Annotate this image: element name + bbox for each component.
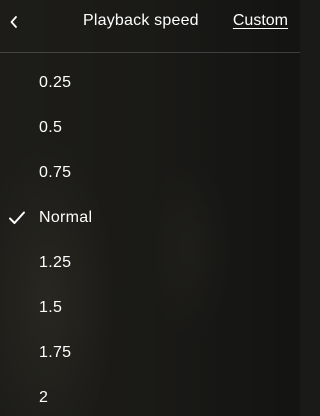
speed-option-label: 0.25	[39, 73, 72, 91]
speed-option-2[interactable]: 2	[0, 375, 300, 416]
speed-option-0-5[interactable]: 0.5	[0, 105, 300, 150]
back-button[interactable]	[0, 2, 28, 42]
speed-option-0-25[interactable]: 0.25	[0, 60, 300, 105]
speed-option-1-25[interactable]: 1.25	[0, 240, 300, 285]
chevron-left-icon	[10, 16, 17, 28]
speed-option-1-5[interactable]: 1.5	[0, 285, 300, 330]
speed-option-normal[interactable]: Normal	[0, 195, 300, 240]
custom-speed-link[interactable]: Custom	[233, 12, 288, 30]
speed-option-0-75[interactable]: 0.75	[0, 150, 300, 195]
speed-option-label: 2	[39, 388, 49, 406]
checkmark-icon	[9, 211, 25, 224]
menu-title: Playback speed	[83, 12, 199, 29]
speed-option-label: 1.75	[39, 343, 72, 361]
header-divider	[0, 52, 300, 53]
speed-option-label: 1.5	[39, 298, 63, 316]
speed-option-label: 0.75	[39, 163, 72, 181]
menu-header: Playback speed Custom	[0, 0, 300, 44]
speed-option-label: Normal	[39, 208, 93, 226]
playback-speed-menu: Playback speed Custom 0.25 0.5 0.75 Norm…	[0, 0, 300, 416]
speed-option-1-75[interactable]: 1.75	[0, 330, 300, 375]
speed-option-label: 0.5	[39, 118, 63, 136]
speed-options-list: 0.25 0.5 0.75 Normal 1.25 1.5 1.75 2	[0, 60, 300, 416]
speed-option-label: 1.25	[39, 253, 72, 271]
